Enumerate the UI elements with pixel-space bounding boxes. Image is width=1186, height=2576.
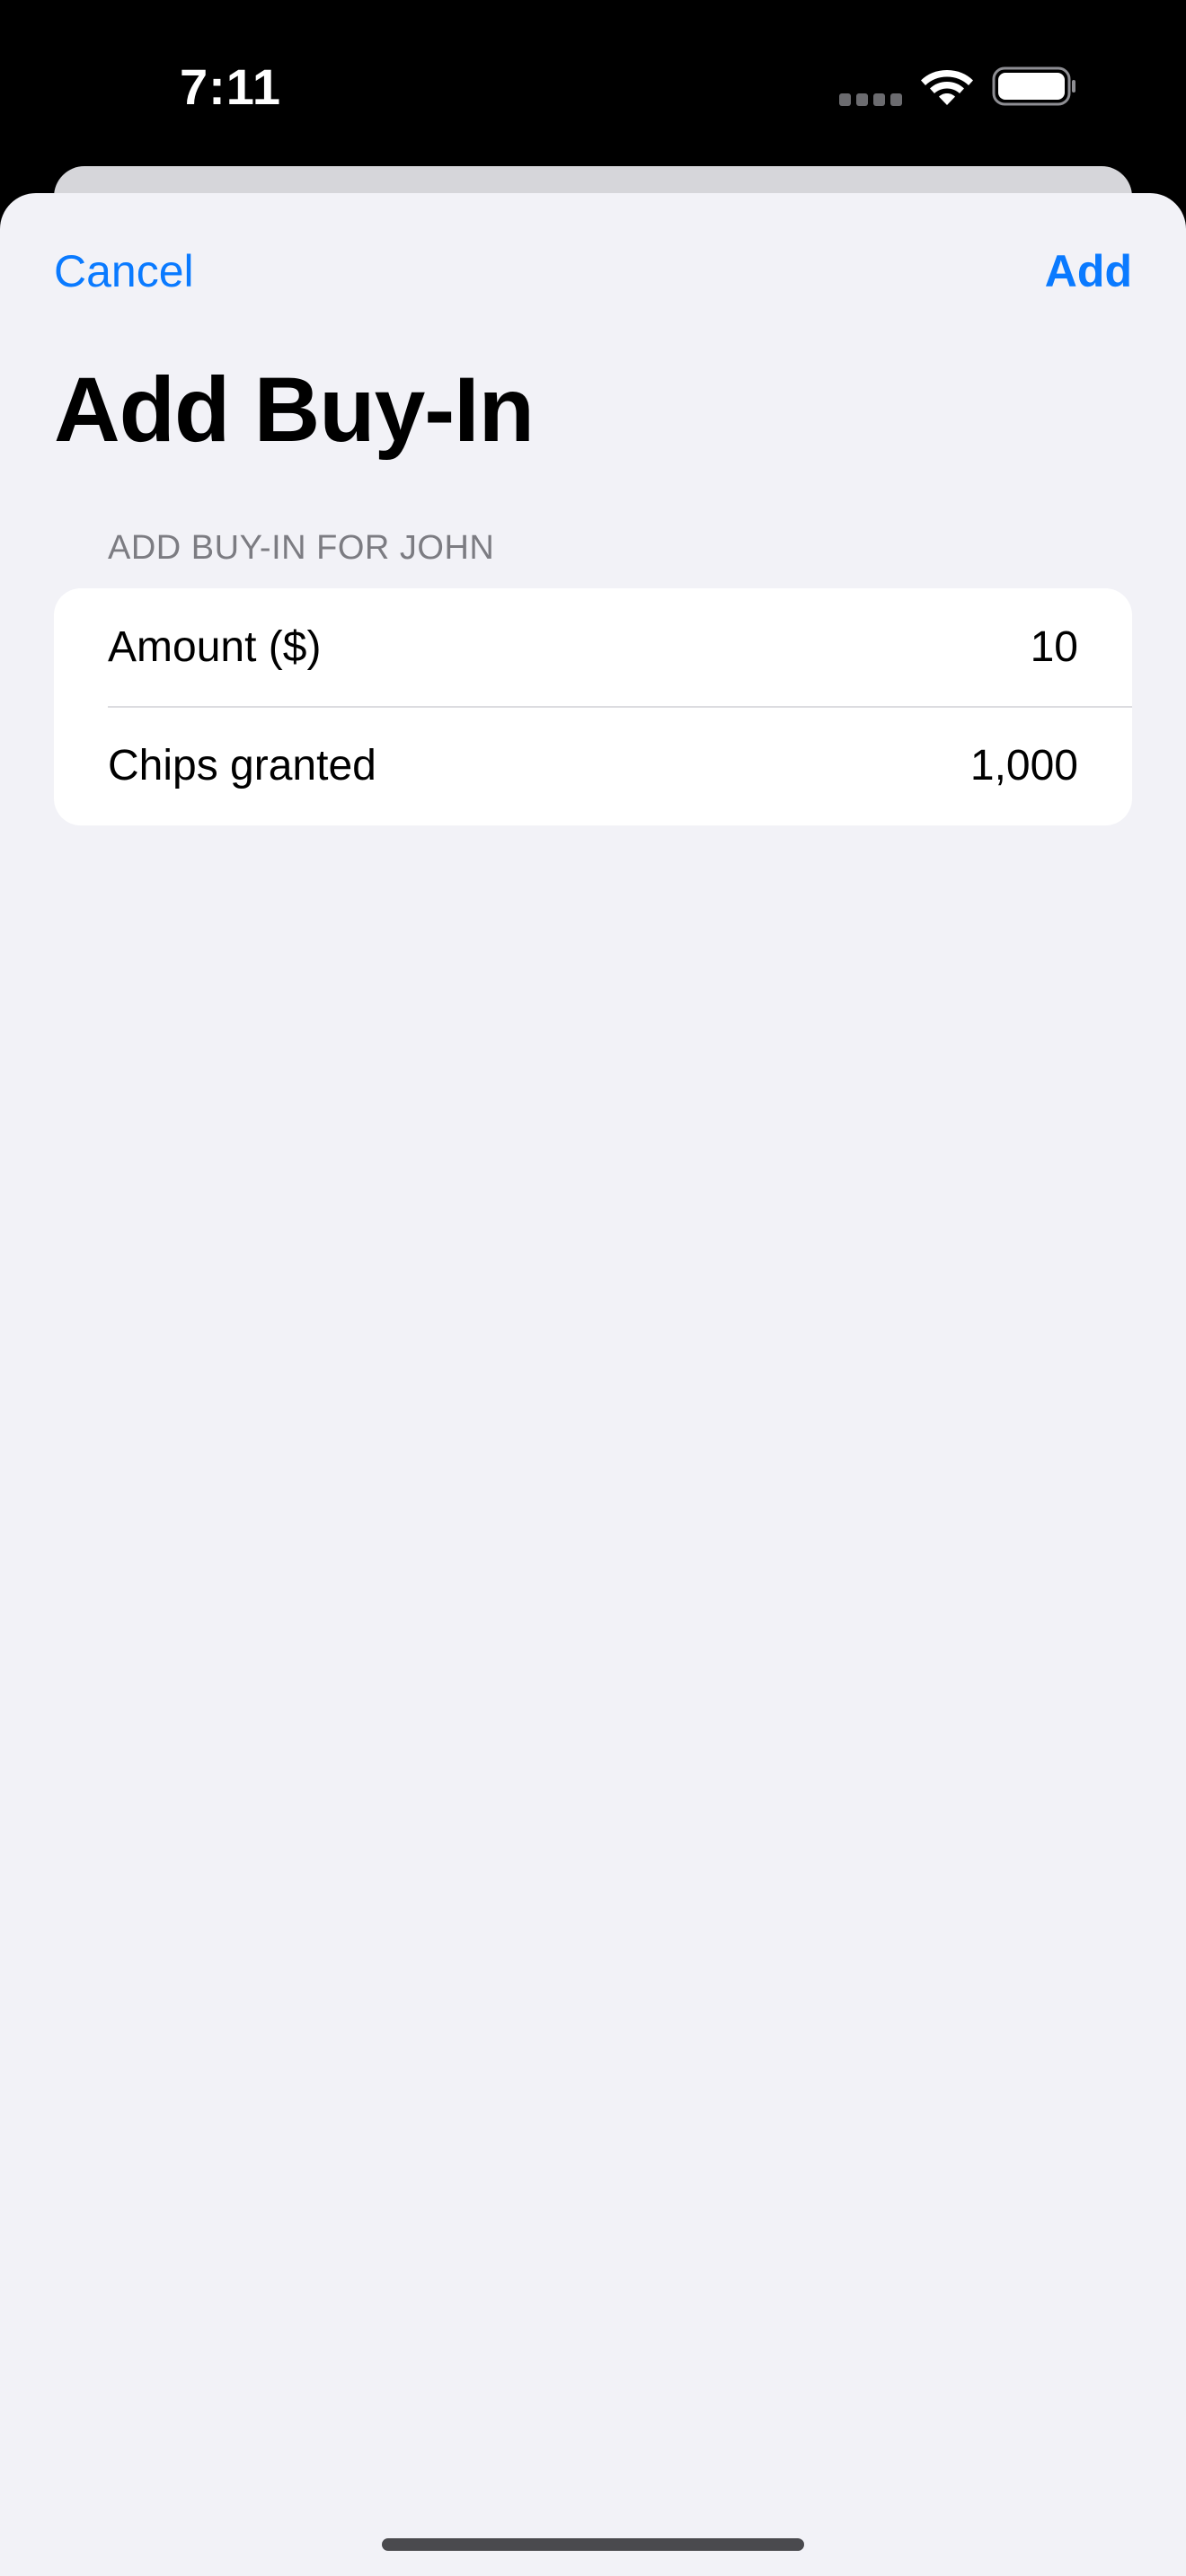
amount-field[interactable]: 10 (1031, 622, 1078, 672)
chips-granted-field[interactable]: 1,000 (970, 741, 1078, 790)
section-header: ADD BUY-IN FOR JOHN (108, 529, 495, 567)
status-time: 7:11 (180, 58, 281, 115)
amount-label: Amount ($) (108, 623, 322, 671)
chips-granted-row[interactable]: Chips granted 1,000 (54, 707, 1132, 825)
amount-row[interactable]: Amount ($) 10 (54, 588, 1132, 708)
page-title: Add Buy-In (54, 358, 535, 461)
chips-granted-label: Chips granted (108, 742, 376, 790)
add-buy-in-sheet: Cancel Add Add Buy-In ADD BUY-IN FOR JOH… (0, 193, 1186, 2576)
home-indicator (382, 2538, 804, 2551)
battery-icon (992, 66, 1075, 106)
cancel-button[interactable]: Cancel (54, 245, 194, 297)
wifi-icon (921, 70, 973, 105)
cellular-signal-icon (839, 93, 902, 106)
status-bar: 7:11 (0, 0, 1186, 171)
screen: 7:11 Cancel Add Add Buy-In ADD BUY-IN FO… (0, 0, 1186, 2576)
add-button[interactable]: Add (1045, 245, 1132, 297)
buy-in-form: Amount ($) 10 Chips granted 1,000 (54, 588, 1132, 825)
